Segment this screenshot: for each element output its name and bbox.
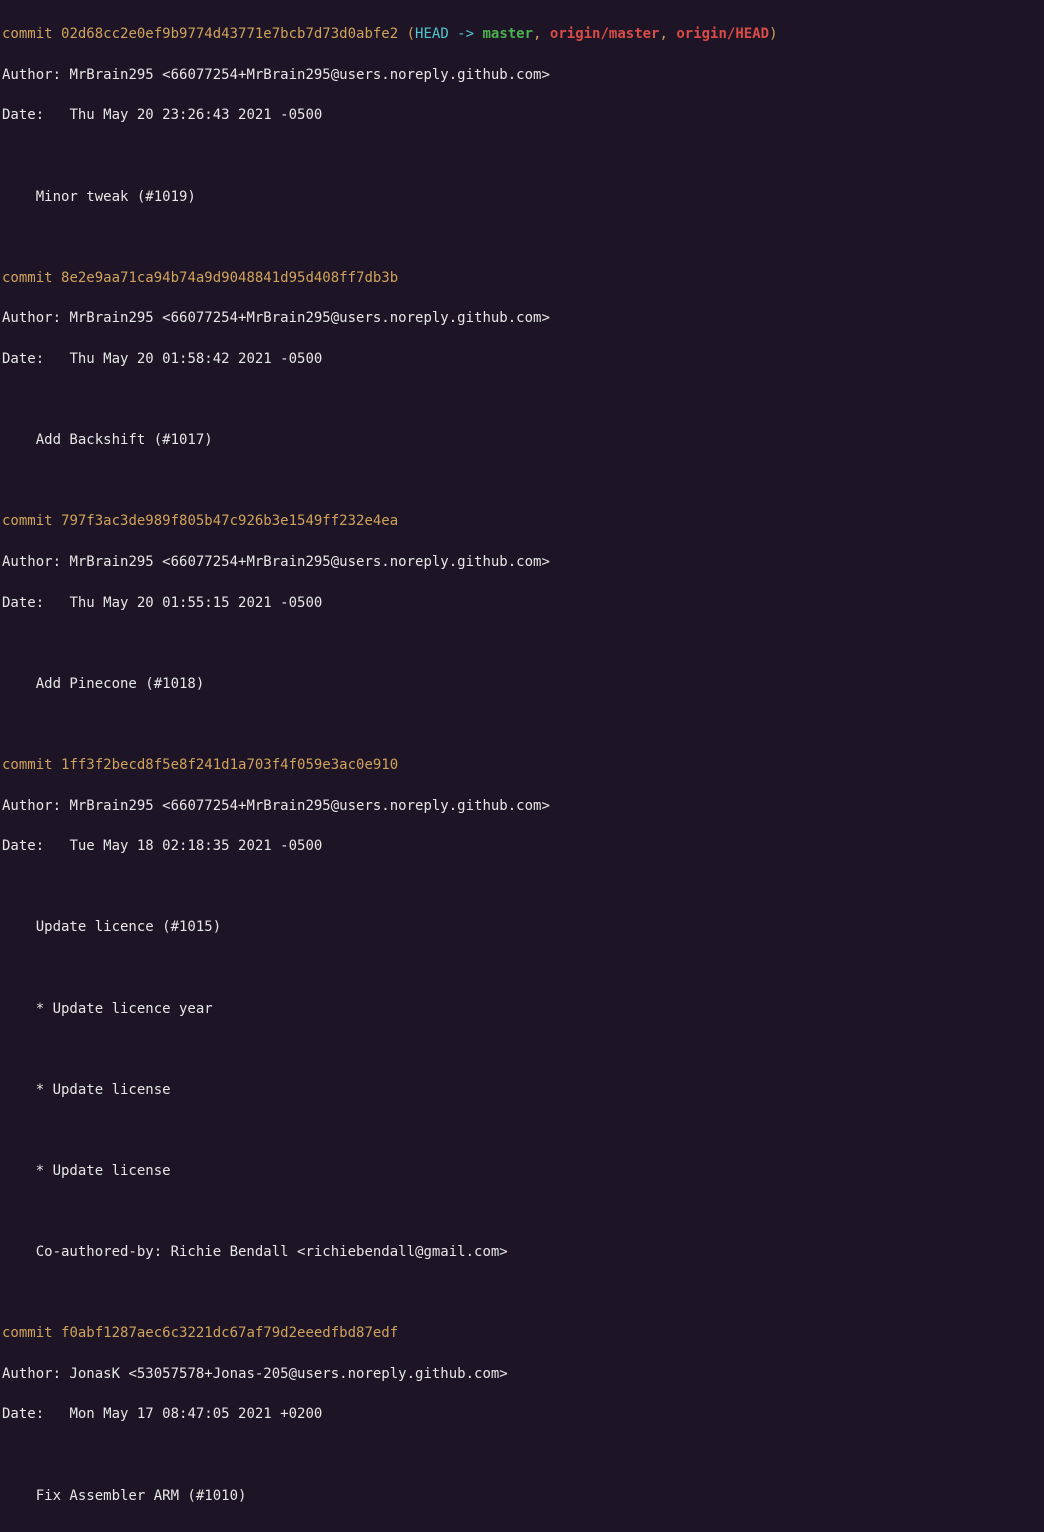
commit-body-line: * Update licence year	[2, 999, 1042, 1019]
author-line: Author: MrBrain295 <66077254+MrBrain295@…	[2, 796, 1042, 816]
commit-keyword: commit	[2, 757, 61, 773]
date-line: Date: Mon May 17 08:47:05 2021 +0200	[2, 1404, 1042, 1424]
blank-line	[2, 471, 1042, 491]
commit-body-line	[2, 1202, 1042, 1222]
date-value: Mon May 17 08:47:05 2021 +0200	[69, 1406, 322, 1422]
date-label: Date:	[2, 107, 69, 123]
blank-line	[2, 227, 1042, 247]
blank-line	[2, 1283, 1042, 1303]
date-value: Thu May 20 23:26:43 2021 -0500	[69, 107, 322, 123]
commit-keyword: commit	[2, 1325, 61, 1341]
author-value: MrBrain295 <66077254+MrBrain295@users.no…	[69, 310, 549, 326]
commit-hash: f0abf1287aec6c3221dc67af79d2eeedfbd87edf	[61, 1325, 398, 1341]
commit-body-line: Add Backshift (#1017)	[2, 430, 1042, 450]
ref-sep: ,	[659, 26, 676, 42]
blank-line	[2, 390, 1042, 410]
commit-line: commit 1ff3f2becd8f5e8f241d1a703f4f059e3…	[2, 755, 1042, 775]
author-line: Author: MrBrain295 <66077254+MrBrain295@…	[2, 308, 1042, 328]
commit-keyword: commit	[2, 513, 61, 529]
commit-body-line: Co-authored-by: Richie Bendall <richiebe…	[2, 1242, 1042, 1262]
commit-line: commit 02d68cc2e0ef9b9774d43771e7bcb7d73…	[2, 24, 1042, 44]
refs-close: )	[769, 26, 777, 42]
author-value: MrBrain295 <66077254+MrBrain295@users.no…	[69, 554, 549, 570]
commit-body-line: * Update license	[2, 1080, 1042, 1100]
commit-keyword: commit	[2, 270, 61, 286]
commit-hash: 02d68cc2e0ef9b9774d43771e7bcb7d73d0abfe2	[61, 26, 398, 42]
date-line: Date: Thu May 20 01:58:42 2021 -0500	[2, 349, 1042, 369]
author-line: Author: MrBrain295 <66077254+MrBrain295@…	[2, 552, 1042, 572]
date-label: Date:	[2, 595, 69, 611]
author-value: JonasK <53057578+Jonas-205@users.noreply…	[69, 1366, 507, 1382]
blank-line	[2, 1445, 1042, 1465]
author-value: MrBrain295 <66077254+MrBrain295@users.no…	[69, 798, 549, 814]
author-line: Author: JonasK <53057578+Jonas-205@users…	[2, 1364, 1042, 1384]
date-label: Date:	[2, 838, 69, 854]
blank-line	[2, 633, 1042, 653]
commit-line: commit f0abf1287aec6c3221dc67af79d2eeedf…	[2, 1323, 1042, 1343]
commit-body-line: Add Pinecone (#1018)	[2, 674, 1042, 694]
blank-line	[2, 714, 1042, 734]
commit-body-line: Minor tweak (#1019)	[2, 187, 1042, 207]
date-label: Date:	[2, 351, 69, 367]
commit-body-line: Update licence (#1015)	[2, 917, 1042, 937]
blank-line	[2, 146, 1042, 166]
author-label: Author:	[2, 798, 69, 814]
author-value: MrBrain295 <66077254+MrBrain295@users.no…	[69, 67, 549, 83]
date-value: Thu May 20 01:58:42 2021 -0500	[69, 351, 322, 367]
commit-line: commit 8e2e9aa71ca94b74a9d9048841d95d408…	[2, 268, 1042, 288]
commit-hash: 1ff3f2becd8f5e8f241d1a703f4f059e3ac0e910	[61, 757, 398, 773]
ref-sep: ,	[533, 26, 550, 42]
commit-line: commit 797f3ac3de989f805b47c926b3e1549ff…	[2, 511, 1042, 531]
date-line: Date: Tue May 18 02:18:35 2021 -0500	[2, 836, 1042, 856]
commit-hash: 8e2e9aa71ca94b74a9d9048841d95d408ff7db3b	[61, 270, 398, 286]
author-label: Author:	[2, 310, 69, 326]
date-label: Date:	[2, 1406, 69, 1422]
ref-remote-branch: origin/master	[550, 26, 660, 42]
author-label: Author:	[2, 67, 69, 83]
refs-open: (	[398, 26, 415, 42]
author-label: Author:	[2, 554, 69, 570]
ref-local-branch: master	[482, 26, 533, 42]
commit-keyword: commit	[2, 26, 61, 42]
date-value: Tue May 18 02:18:35 2021 -0500	[69, 838, 322, 854]
blank-line	[2, 877, 1042, 897]
ref-head: HEAD ->	[415, 26, 482, 42]
date-line: Date: Thu May 20 23:26:43 2021 -0500	[2, 105, 1042, 125]
git-log-output[interactable]: commit 02d68cc2e0ef9b9774d43771e7bcb7d73…	[0, 0, 1044, 1532]
commit-hash: 797f3ac3de989f805b47c926b3e1549ff232e4ea	[61, 513, 398, 529]
author-label: Author:	[2, 1366, 69, 1382]
ref-remote-branch: origin/HEAD	[676, 26, 769, 42]
date-value: Thu May 20 01:55:15 2021 -0500	[69, 595, 322, 611]
commit-body-line	[2, 958, 1042, 978]
commit-body-line: Fix Assembler ARM (#1010)	[2, 1486, 1042, 1506]
author-line: Author: MrBrain295 <66077254+MrBrain295@…	[2, 65, 1042, 85]
date-line: Date: Thu May 20 01:55:15 2021 -0500	[2, 593, 1042, 613]
commit-body-line	[2, 1039, 1042, 1059]
commit-body-line	[2, 1120, 1042, 1140]
commit-body-line: * Update license	[2, 1161, 1042, 1181]
